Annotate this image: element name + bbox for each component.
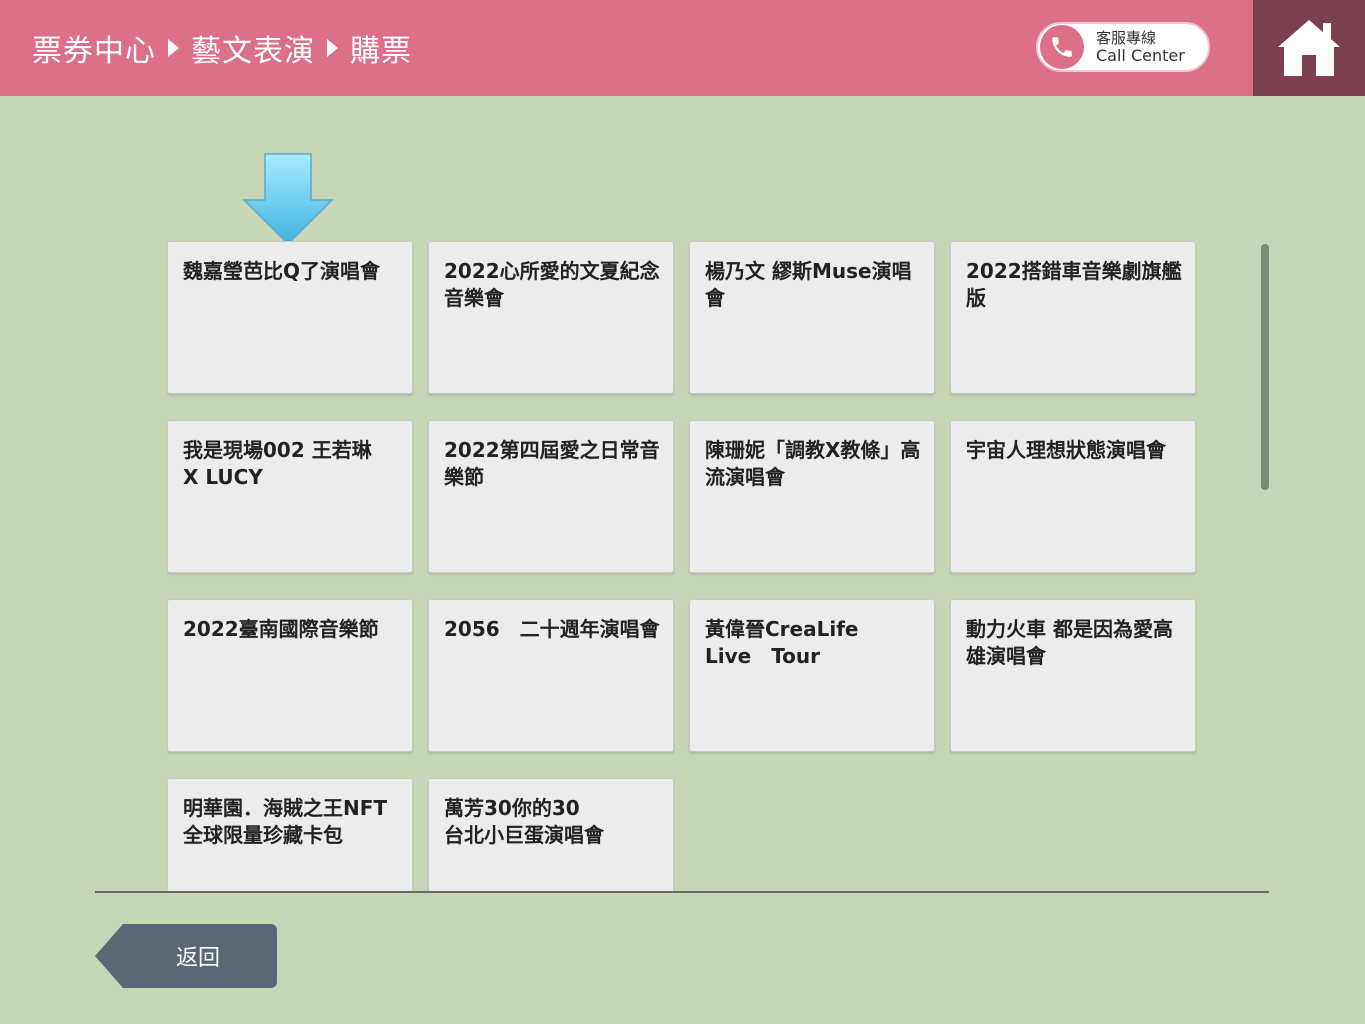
event-title: 明華園．海賊之王NFT全球限量珍藏卡包: [183, 796, 388, 847]
event-title: 2022心所愛的文夏紀念音樂會: [444, 259, 660, 310]
event-title: 2022第四屆愛之日常音樂節: [444, 438, 660, 489]
event-title: 我是現場002 王若琳 X LUCY: [183, 438, 372, 489]
event-title: 動力火車 都是因為愛高雄演唱會: [966, 617, 1173, 668]
breadcrumb: 票券中心 藝文表演 購票: [32, 26, 412, 70]
event-card[interactable]: 明華園．海賊之王NFT全球限量珍藏卡包: [167, 778, 413, 891]
event-card[interactable]: 宇宙人理想狀態演唱會: [950, 420, 1196, 573]
header-bar: 票券中心 藝文表演 購票 客服專線 Call Center: [0, 0, 1253, 96]
breadcrumb-separator-icon: [168, 39, 179, 57]
event-card[interactable]: 楊乃文 繆斯Muse演唱會: [689, 241, 935, 394]
scrollbar-thumb[interactable]: [1261, 244, 1269, 490]
event-title: 2022搭錯車音樂劇旗艦版: [966, 259, 1182, 310]
home-icon: [1278, 20, 1340, 76]
event-card[interactable]: 動力火車 都是因為愛高雄演唱會: [950, 599, 1196, 752]
event-title: 黃偉晉CreaLife Live Tour: [705, 617, 859, 668]
call-center-label-zh: 客服專線: [1096, 29, 1157, 47]
event-title: 2022臺南國際音樂節: [183, 617, 379, 641]
event-title: 宇宙人理想狀態演唱會: [966, 438, 1166, 462]
event-title: 魏嘉瑩芭比Q了演唱會: [183, 259, 381, 283]
phone-icon: [1040, 25, 1084, 69]
breadcrumb-separator-icon: [327, 39, 338, 57]
event-grid: 魏嘉瑩芭比Q了演唱會 2022心所愛的文夏紀念音樂會 楊乃文 繆斯Muse演唱會…: [167, 241, 1199, 891]
event-card[interactable]: 2022搭錯車音樂劇旗艦版: [950, 241, 1196, 394]
event-card[interactable]: 陳珊妮「調教X教條」高流演唱會: [689, 420, 935, 573]
event-card[interactable]: 2056 二十週年演唱會: [428, 599, 674, 752]
event-title: 楊乃文 繆斯Muse演唱會: [705, 259, 912, 310]
event-title: 2056 二十週年演唱會: [444, 617, 660, 641]
pointer-arrow-icon: [242, 153, 334, 246]
call-center-button[interactable]: 客服專線 Call Center: [1036, 22, 1210, 72]
event-title: 陳珊妮「調教X教條」高流演唱會: [705, 438, 921, 489]
event-card[interactable]: 黃偉晉CreaLife Live Tour: [689, 599, 935, 752]
event-card[interactable]: 我是現場002 王若琳 X LUCY: [167, 420, 413, 573]
back-button[interactable]: 返回: [95, 924, 277, 988]
home-button[interactable]: [1253, 0, 1365, 96]
call-center-label-en: Call Center: [1096, 46, 1185, 65]
breadcrumb-performances[interactable]: 藝文表演: [191, 26, 315, 70]
event-card[interactable]: 2022臺南國際音樂節: [167, 599, 413, 752]
event-card[interactable]: 萬芳30你的30 台北小巨蛋演唱會: [428, 778, 674, 891]
event-card[interactable]: 2022心所愛的文夏紀念音樂會: [428, 241, 674, 394]
event-card[interactable]: 魏嘉瑩芭比Q了演唱會: [167, 241, 413, 394]
footer-divider: [95, 891, 1269, 893]
breadcrumb-ticket-center[interactable]: 票券中心: [32, 26, 156, 70]
breadcrumb-buy-ticket: 購票: [350, 34, 412, 69]
back-button-label: 返回: [175, 946, 220, 971]
event-card[interactable]: 2022第四屆愛之日常音樂節: [428, 420, 674, 573]
event-title: 萬芳30你的30 台北小巨蛋演唱會: [444, 796, 604, 847]
